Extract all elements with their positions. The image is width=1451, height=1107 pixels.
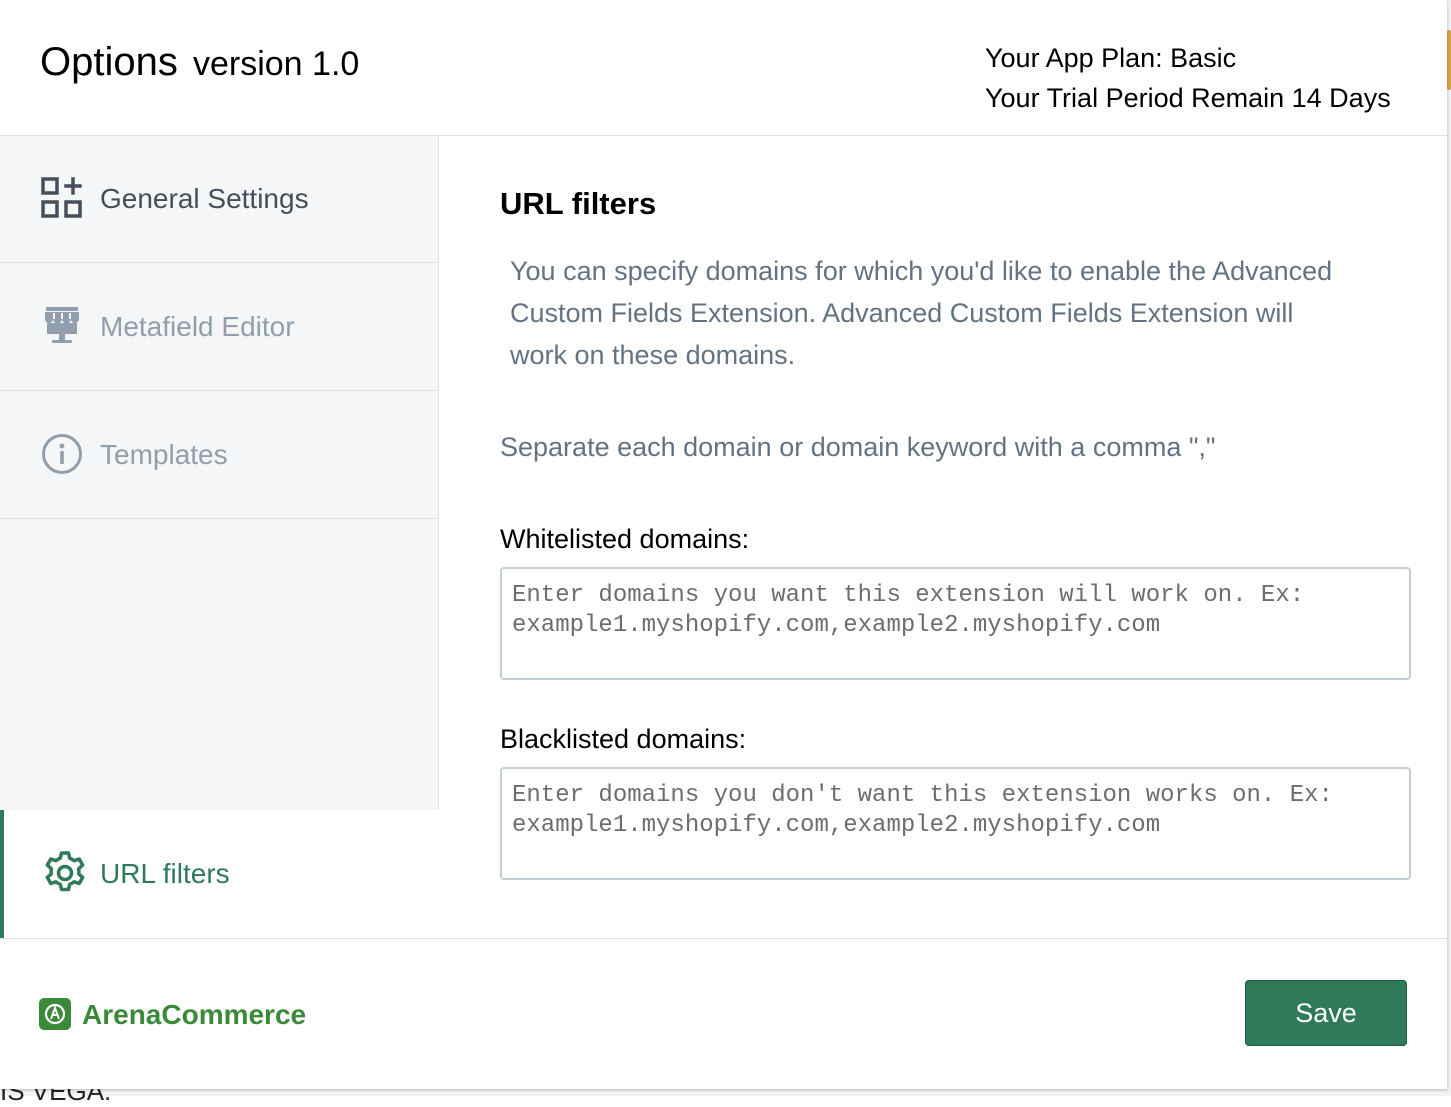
- dialog-header: Options version 1.0 Your App Plan: Basic…: [0, 0, 1447, 136]
- gear-icon: [45, 851, 85, 892]
- title-text: Options: [40, 40, 178, 84]
- version-label: version 1.0: [192, 45, 360, 83]
- background-edge-marker: [1447, 30, 1451, 90]
- separator-note: Separate each domain or domain keyword w…: [500, 432, 1216, 462]
- info-icon: [42, 434, 82, 474]
- sidebar-item-templates[interactable]: Templates: [0, 392, 438, 519]
- storefront-icon: [45, 307, 79, 343]
- dialog-footer: ArenaCommerce Save: [0, 938, 1447, 1090]
- section-heading: URL filters: [500, 186, 657, 221]
- apps-add-icon: [41, 177, 82, 218]
- sidebar-item-label: Templates: [100, 439, 228, 470]
- sidebar-item-metafield-editor[interactable]: Metafield Editor: [0, 264, 438, 391]
- blacklist-label: Blacklisted domains:: [500, 724, 747, 754]
- app-plan-text: Your App Plan: Basic: [985, 43, 1237, 73]
- save-button[interactable]: Save: [1245, 980, 1407, 1046]
- main-content: URL filters You can specify domains for …: [440, 136, 1447, 938]
- sidebar-item-general-settings[interactable]: General Settings: [0, 136, 438, 263]
- arenacommerce-logo-icon: [39, 998, 71, 1030]
- sidebar-item-label: URL filters: [100, 858, 230, 889]
- sidebar: General Settings Metafield Editor Templa…: [0, 136, 439, 810]
- section-description: You can specify domains for which you'd …: [510, 256, 1333, 370]
- plan-info: Your App Plan: Basic Your Trial Period R…: [985, 38, 1391, 118]
- whitelist-domains-input[interactable]: [500, 567, 1411, 680]
- sidebar-item-label: General Settings: [100, 183, 309, 214]
- whitelist-label: Whitelisted domains:: [500, 524, 750, 554]
- page-title: Options version 1.0: [40, 40, 359, 85]
- brand-name: ArenaCommerce: [82, 999, 307, 1030]
- sidebar-item-label: Metafield Editor: [100, 311, 295, 342]
- trial-period-text: Your Trial Period Remain 14 Days: [985, 83, 1391, 113]
- options-dialog: Options version 1.0 Your App Plan: Basic…: [0, 0, 1447, 1089]
- blacklist-domains-input[interactable]: [500, 767, 1411, 880]
- sidebar-item-url-filters[interactable]: URL filters: [0, 810, 438, 938]
